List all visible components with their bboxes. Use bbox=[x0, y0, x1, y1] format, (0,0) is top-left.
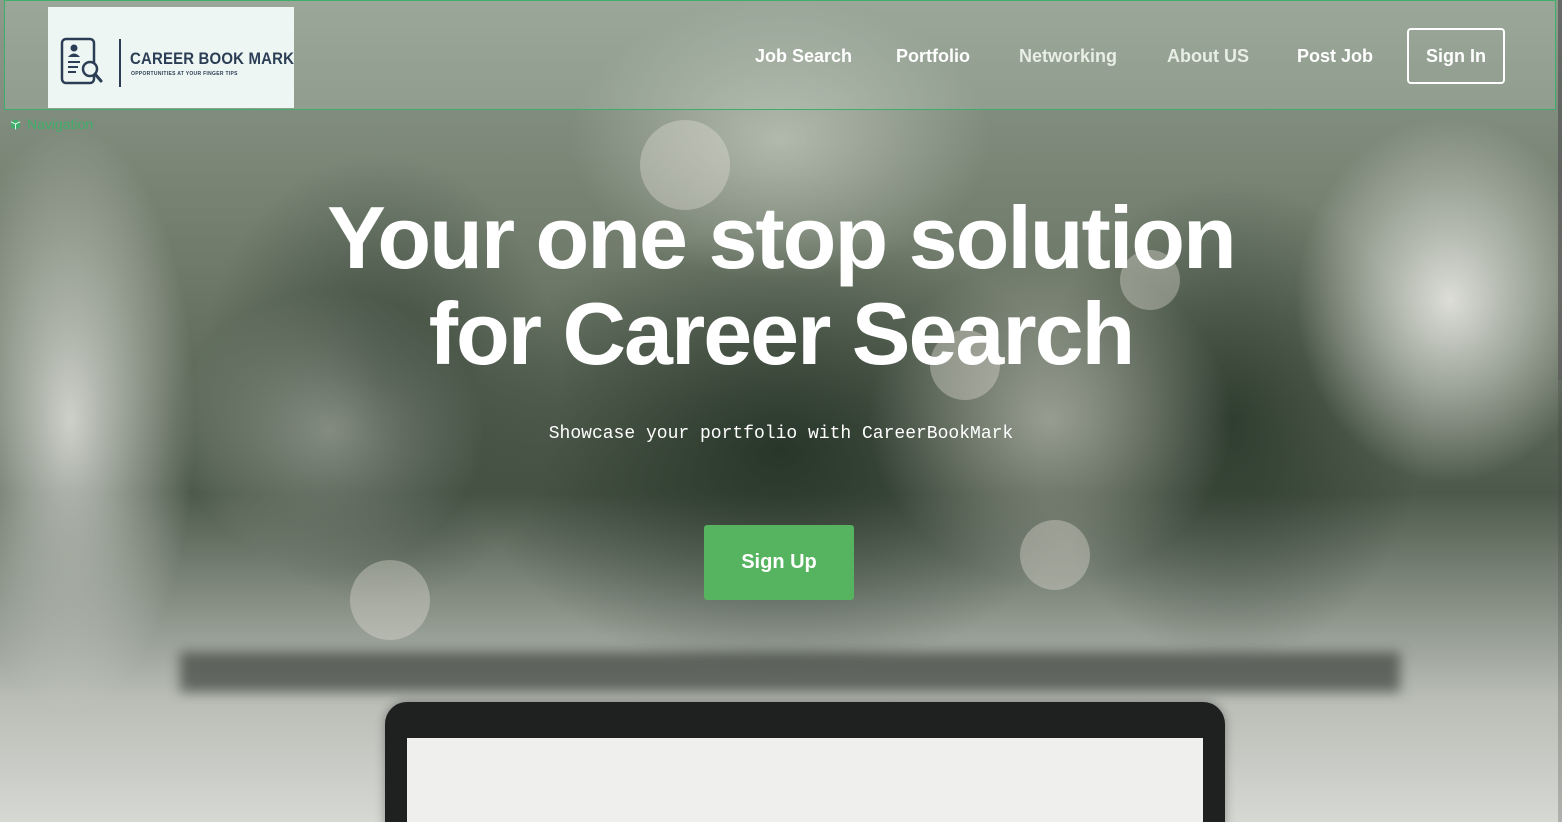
hero-background-image bbox=[0, 0, 1562, 822]
nav-link-networking[interactable]: Networking bbox=[1019, 46, 1117, 67]
hero-subtitle: Showcase your portfolio with CareerBookM… bbox=[548, 424, 1014, 444]
laptop bbox=[385, 702, 1225, 822]
navigation-tag-label: Navigation bbox=[27, 116, 94, 132]
hero-title-line-1: Your one stop solution bbox=[327, 188, 1237, 287]
cube-icon bbox=[10, 118, 21, 130]
sign-up-button[interactable]: Sign Up bbox=[704, 525, 854, 600]
scrollbar-thumb[interactable] bbox=[1558, 0, 1562, 380]
nav-link-job-search[interactable]: Job Search bbox=[755, 46, 852, 67]
logo[interactable]: CAREER BOOK MARK OPPORTUNITIES AT YOUR F… bbox=[48, 7, 294, 108]
logo-divider bbox=[119, 39, 121, 87]
window-ledge bbox=[180, 652, 1400, 692]
nav-link-portfolio[interactable]: Portfolio bbox=[896, 46, 970, 67]
sign-in-button[interactable]: Sign In bbox=[1407, 28, 1505, 84]
bokeh-light bbox=[1020, 520, 1090, 590]
scrollbar[interactable] bbox=[1558, 0, 1562, 822]
laptop-screen bbox=[407, 738, 1203, 822]
hero-title-line-2: for Career Search bbox=[428, 284, 1136, 383]
logo-title: CAREER BOOK MARK bbox=[130, 49, 295, 68]
hero-title: Your one stop solution for Career Search bbox=[0, 190, 1562, 382]
navigation-tag: Navigation bbox=[10, 116, 93, 132]
resume-search-icon bbox=[60, 37, 103, 85]
logo-tagline: OPPORTUNITIES AT YOUR FINGER TIPS bbox=[131, 71, 238, 77]
nav-link-post-job[interactable]: Post Job bbox=[1297, 46, 1373, 67]
page: CAREER BOOK MARK OPPORTUNITIES AT YOUR F… bbox=[0, 0, 1562, 822]
bokeh-light bbox=[350, 560, 430, 640]
nav-link-about-us[interactable]: About US bbox=[1167, 46, 1249, 67]
